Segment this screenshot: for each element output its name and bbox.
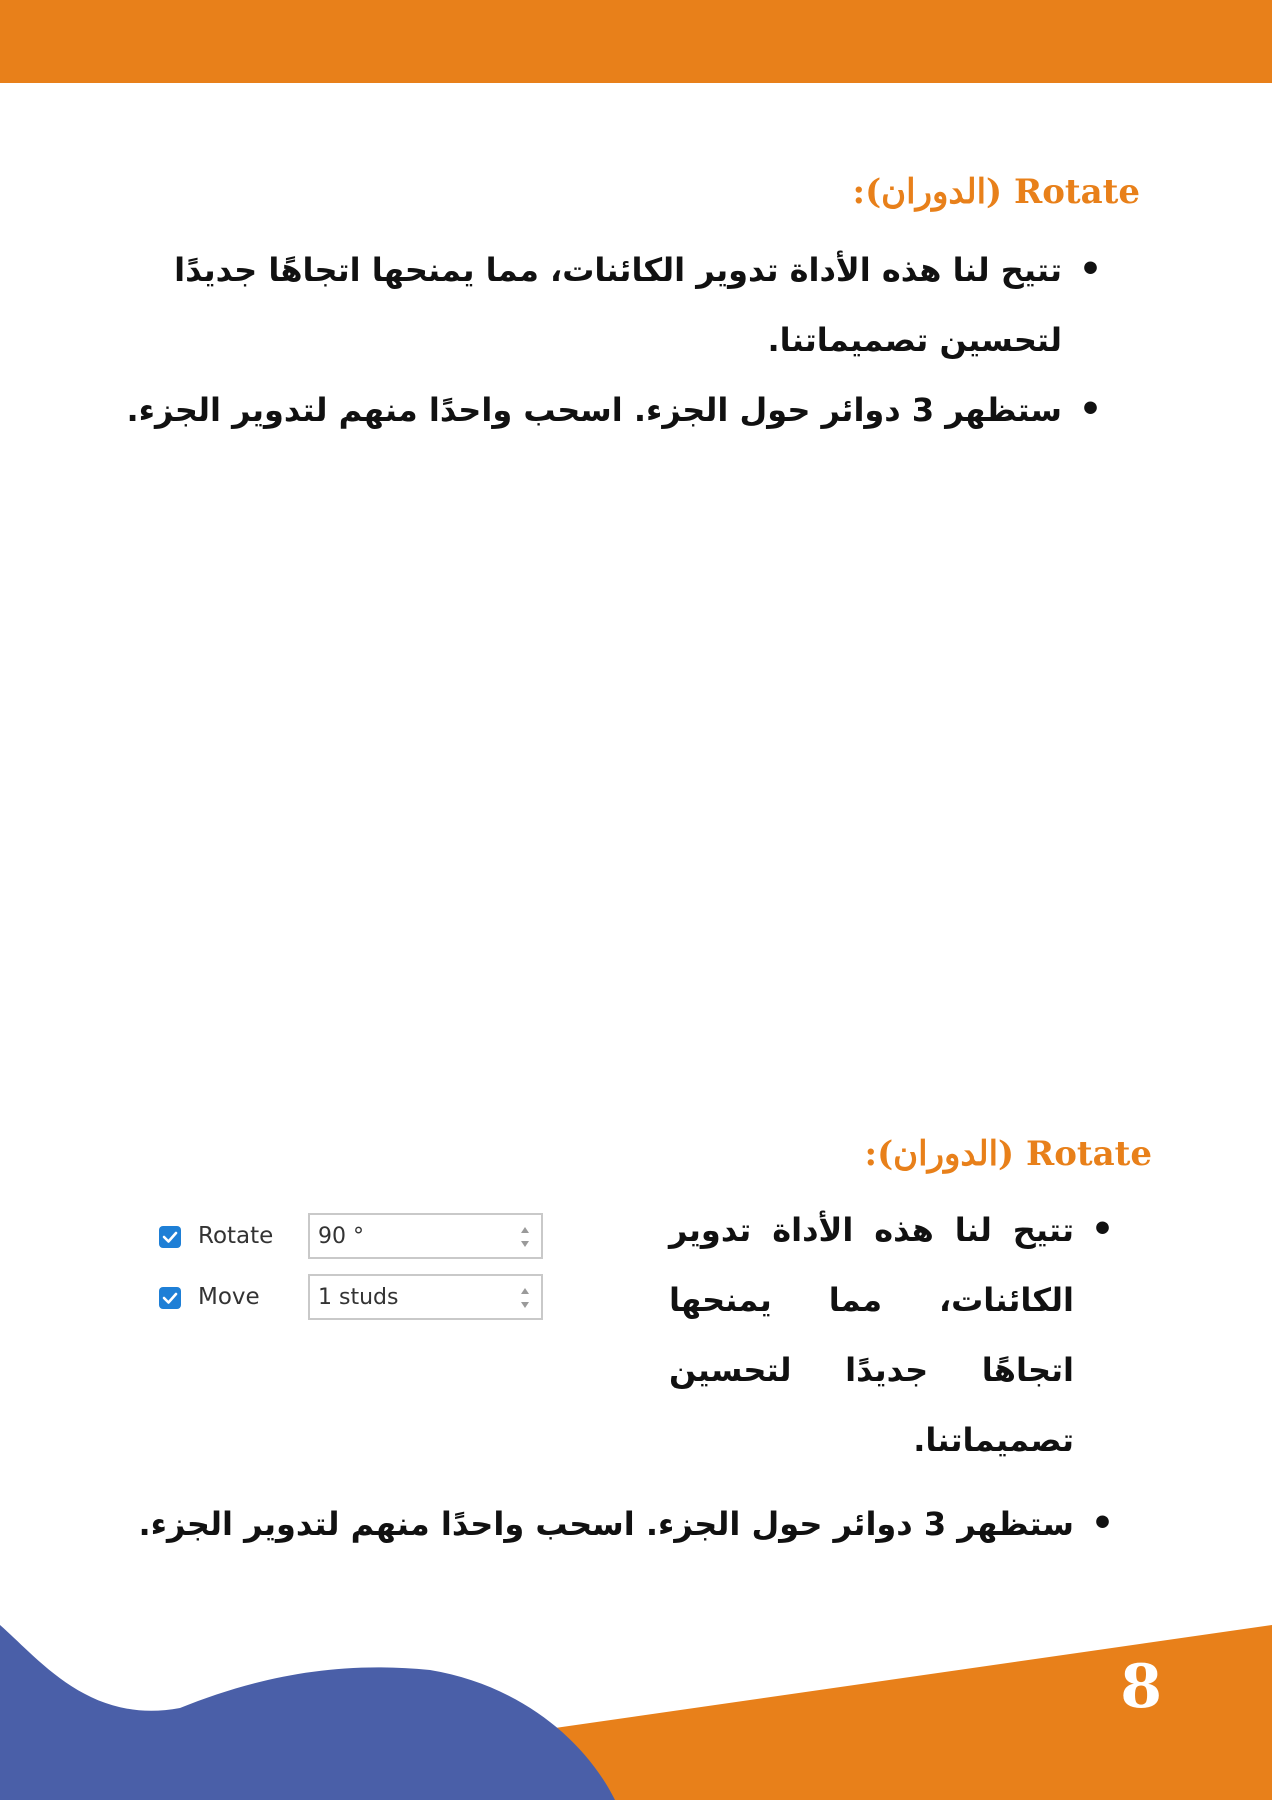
top-banner bbox=[0, 0, 1272, 83]
footer-blue-wave bbox=[0, 1625, 615, 1800]
rotate-row: Rotate 90 ° bbox=[155, 1211, 550, 1261]
footer-decoration bbox=[0, 1625, 1272, 1800]
move-label: Move bbox=[198, 1284, 260, 1310]
rotate-checkbox[interactable] bbox=[159, 1226, 181, 1248]
move-checkbox[interactable] bbox=[159, 1287, 181, 1309]
section-one-bullet-2: ستظهر 3 دوائر حول الجزء. اسحب واحدًا منه… bbox=[102, 375, 1102, 445]
checkmark-icon bbox=[162, 1231, 178, 1243]
section-two-bullet-1: تتيح لنا هذه الأداة تدوير الكائنات، مما … bbox=[669, 1195, 1114, 1475]
page-number: 8 bbox=[1120, 1652, 1162, 1722]
section-one-title: Rotate (الدوران): bbox=[852, 172, 1140, 212]
move-increment-value: 1 studs bbox=[318, 1285, 399, 1310]
section-one-bullets: تتيح لنا هذه الأداة تدوير الكائنات، مما … bbox=[102, 235, 1102, 445]
section-two-bullet-2: ستظهر 3 دوائر حول الجزء. اسحب واحدًا منه… bbox=[114, 1489, 1114, 1559]
spinner-arrows-icon[interactable] bbox=[519, 1222, 531, 1252]
rotate-label: Rotate bbox=[198, 1223, 274, 1249]
rotate-increment-value: 90 ° bbox=[318, 1224, 364, 1249]
rotate-increment-input[interactable]: 90 ° bbox=[308, 1213, 543, 1259]
section-one-bullet-1: تتيح لنا هذه الأداة تدوير الكائنات، مما … bbox=[102, 235, 1102, 375]
section-two-title: Rotate (الدوران): bbox=[864, 1134, 1152, 1174]
spinner-arrows-icon[interactable] bbox=[519, 1283, 531, 1313]
move-row: Move 1 studs bbox=[155, 1272, 550, 1322]
move-increment-input[interactable]: 1 studs bbox=[308, 1274, 543, 1320]
transform-snap-panel: Rotate 90 ° Move 1 studs bbox=[155, 1211, 550, 1331]
checkmark-icon bbox=[162, 1292, 178, 1304]
